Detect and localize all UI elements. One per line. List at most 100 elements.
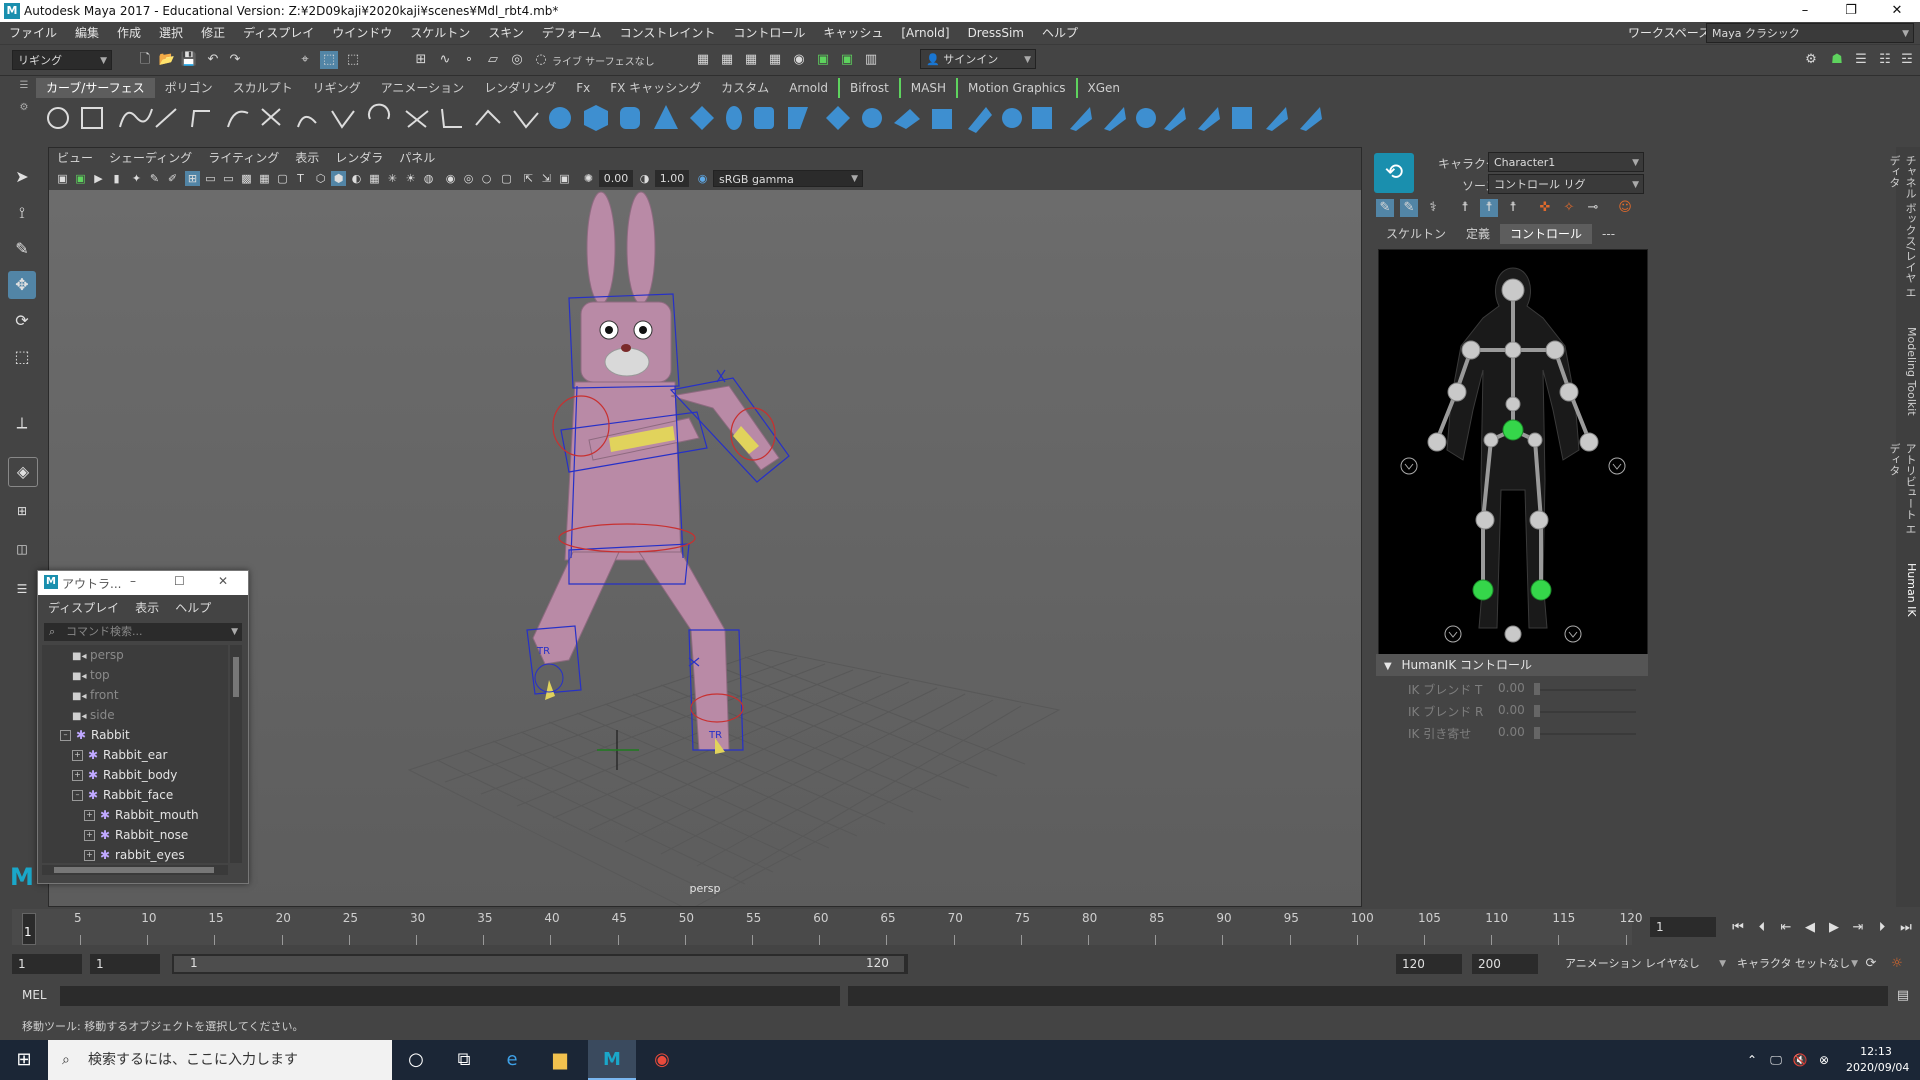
extend-surface-icon[interactable] [1198, 107, 1220, 131]
offset-surface-icon[interactable] [1266, 107, 1288, 131]
select-tool-icon[interactable]: ➤ [8, 163, 36, 191]
param-value[interactable]: 0.00 [1498, 725, 1525, 739]
menu-skin[interactable]: スキン [479, 22, 533, 44]
shelf-tab-sculpting[interactable]: スカルプト [223, 78, 303, 98]
vp-menu-shading[interactable]: シェーディング [101, 148, 200, 168]
motion-blur-icon[interactable]: ◉ [443, 171, 458, 186]
lasso-tool-icon[interactable]: ⟟ [8, 199, 36, 227]
menu-file[interactable]: ファイル [0, 22, 66, 44]
animation-preferences-icon[interactable]: ☼ [1888, 955, 1906, 973]
tab-skeleton[interactable]: スケルトン [1376, 224, 1456, 244]
stiffness-icon[interactable]: ☨ [1504, 199, 1522, 217]
maximize-button[interactable]: ☐ [174, 574, 185, 588]
snap-point-icon[interactable]: ∘ [460, 51, 478, 69]
snap-surface-icon[interactable]: ◎ [508, 51, 526, 69]
insert-isoparm-icon[interactable] [1232, 107, 1252, 129]
expand-icon[interactable]: + [84, 810, 95, 821]
move-tool-icon[interactable]: ✥ [8, 271, 36, 299]
play-forwards-icon[interactable]: ▶ [1822, 920, 1846, 935]
exposure-field[interactable]: 0.00 [599, 170, 633, 187]
menu-control[interactable]: コントロール [724, 22, 814, 44]
playback-start-field[interactable]: 1 [90, 954, 160, 974]
rotate-tool-icon[interactable]: ⟳ [8, 307, 36, 335]
menu-constrain[interactable]: コンストレイント [611, 22, 725, 44]
step-forward-key-icon[interactable]: ⇥ [1846, 920, 1870, 935]
workspace-dropdown[interactable]: Maya クラシック ▼ [1706, 23, 1914, 43]
collapse-icon[interactable]: – [60, 730, 71, 741]
playback-end-field[interactable]: 120 [1396, 954, 1462, 974]
select-hierarchy-icon[interactable]: ⌖ [296, 51, 314, 69]
right-knee-effector[interactable] [1529, 510, 1549, 530]
square-surface-icon[interactable] [968, 107, 992, 133]
intersect-icon[interactable] [1104, 107, 1126, 131]
shelf-options-icon[interactable]: ☰ ⚙ [14, 80, 34, 136]
birail-icon[interactable] [894, 109, 920, 129]
outliner-menu-display[interactable]: ディスプレイ [40, 597, 127, 619]
taskbar-search-input[interactable]: ⌕ 検索するには、ここに入力します [48, 1040, 392, 1080]
range-slider-handle[interactable] [174, 956, 904, 972]
outliner-item[interactable]: + ✱ Rabbit_ear [72, 745, 167, 765]
menu-display[interactable]: ディスプレイ [234, 22, 323, 44]
render-current-icon[interactable]: ▦ [718, 51, 736, 69]
side-tab-channel-box[interactable]: チャネル ボックス/レイヤ エディタ [1888, 155, 1918, 305]
ipr-render-icon[interactable]: ▦ [742, 51, 760, 69]
minimize-button[interactable]: – [130, 574, 136, 588]
side-tab-modeling-toolkit[interactable]: Modeling Toolkit [1898, 327, 1918, 427]
step-forward-frame-icon[interactable]: ⏵ [1870, 920, 1894, 935]
scrollbar-thumb[interactable] [54, 867, 214, 873]
isolate-select-icon[interactable]: ▢ [499, 171, 514, 186]
windows-start-icon[interactable]: ⊞ [0, 1040, 48, 1080]
field-chart-icon[interactable]: ▦ [257, 171, 272, 186]
mirror-icon[interactable]: ✜ [1536, 199, 1554, 217]
multisample-aa-icon[interactable]: ◎ [461, 171, 476, 186]
tool-settings-icon[interactable]: ☷ [1876, 51, 1894, 69]
paint-select-icon[interactable]: ✎ [8, 235, 36, 263]
body-part-icon[interactable]: ✎ [1400, 199, 1418, 217]
animation-end-field[interactable]: 200 [1472, 954, 1538, 974]
shelf-tab-curves-surfaces[interactable]: カーブ/サーフェス [36, 78, 155, 98]
outliner-window[interactable]: M アウトラ... – ☐ ✕ ディスプレイ 表示 ヘルプ ⌕ コマンド検索..… [37, 570, 249, 884]
range-slider[interactable]: 1 120 [172, 954, 908, 974]
tab-controls[interactable]: コントロール [1500, 224, 1593, 244]
screen-space-ao-icon[interactable]: ◍ [421, 171, 436, 186]
reach-icon[interactable]: ⊸ [1584, 199, 1602, 217]
step-back-key-icon[interactable]: ⇤ [1774, 920, 1798, 935]
nurbs-circle-icon[interactable] [47, 107, 69, 129]
minimize-button[interactable]: – [1782, 0, 1828, 22]
xray-icon[interactable]: ⇱ [521, 171, 536, 186]
character-dropdown[interactable]: Character1 ▼ [1488, 152, 1644, 172]
menu-arnold[interactable]: [Arnold] [892, 22, 958, 44]
auto-key-icon[interactable]: ⟳ [1862, 955, 1880, 973]
use-all-lights-icon[interactable]: ✳ [385, 171, 400, 186]
single-perspective-layout-icon[interactable]: ◈ [8, 457, 38, 487]
shadows-icon[interactable]: ☀ [403, 171, 418, 186]
left-elbow-effector[interactable] [1447, 382, 1467, 402]
outliner-item[interactable]: ■◂ side [72, 705, 115, 725]
last-tool-icon[interactable]: ⟂ [8, 409, 36, 437]
outliner-item[interactable]: – ✱ Rabbit_face [72, 785, 173, 805]
arnold-ipr-icon[interactable]: ▣ [838, 51, 856, 69]
right-shoulder-effector[interactable] [1545, 340, 1565, 360]
nurbs-plane-icon[interactable] [690, 106, 714, 130]
outliner-search-input[interactable]: ⌕ コマンド検索... ▼ [44, 623, 242, 641]
edge-browser-icon[interactable]: e [488, 1040, 536, 1080]
menu-help[interactable]: ヘルプ [1033, 22, 1087, 44]
gamma-field[interactable]: 1.00 [655, 170, 689, 187]
outliner-item[interactable]: ■◂ persp [72, 645, 124, 665]
clock[interactable]: 12:13 2020/09/04 [1846, 1044, 1909, 1076]
expand-icon[interactable]: + [72, 770, 83, 781]
slider-handle[interactable] [1534, 727, 1540, 739]
untrim-icon[interactable] [1164, 107, 1186, 131]
network-icon[interactable]: 🖵 [1764, 1040, 1788, 1080]
outliner-title-bar[interactable]: M アウトラ... – ☐ ✕ [38, 571, 248, 595]
cortana-icon[interactable]: ○ [392, 1040, 440, 1080]
fk-ik-icon[interactable]: ☺ [1616, 199, 1634, 217]
slider-handle[interactable] [1534, 705, 1540, 717]
extend-curve-icon[interactable] [368, 103, 390, 120]
open-scene-icon[interactable]: 📂 [158, 51, 176, 69]
grease-pencil-icon[interactable]: ✎ [147, 171, 162, 186]
humanik-toggle-icon[interactable]: ☗ [1828, 51, 1846, 69]
go-to-start-icon[interactable]: ⏮ [1726, 920, 1750, 935]
channel-box-icon[interactable]: ☲ [1898, 51, 1916, 69]
sign-in-button[interactable]: 👤 サインイン ▼ [920, 49, 1036, 69]
